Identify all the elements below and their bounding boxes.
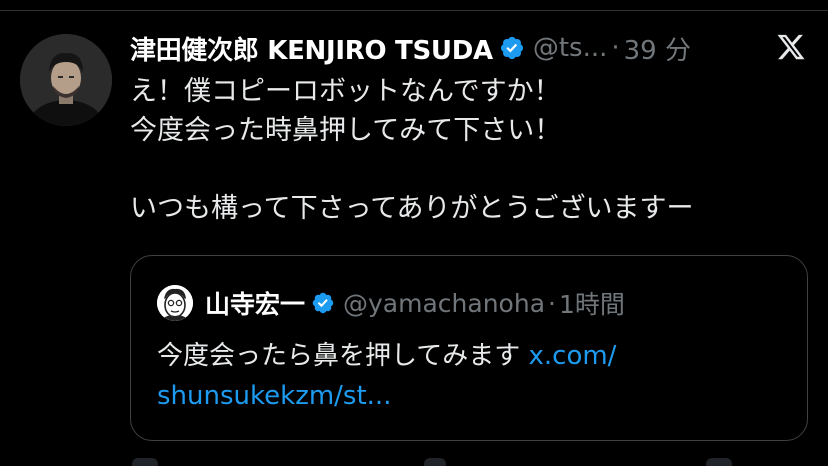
quoted-text-line: shunsukekzm/st... [157, 376, 777, 416]
tweet-header: 津田健次郎 KENJIRO TSUDA @ts... · 39 分 [130, 28, 691, 68]
verified-badge-icon [311, 291, 335, 315]
header-separator: · [611, 33, 620, 63]
x-logo-icon [776, 32, 806, 62]
tweet-text: え！僕コピーロボットなんですか！ 今度会った時鼻押してみて下さい！ いつも構って… [130, 72, 810, 228]
share-icon[interactable] [706, 458, 732, 466]
quoted-author-avatar [157, 285, 193, 321]
quoted-author-handle[interactable]: @yamachanoha [343, 289, 545, 318]
verified-badge-icon [499, 35, 525, 61]
like-icon[interactable] [424, 458, 446, 466]
quoted-text-line: 今度会ったら鼻を押してみます x.com/ [157, 336, 777, 376]
tweet-text-line: え！僕コピーロボットなんですか！ [130, 76, 561, 107]
quoted-text-body: 今度会ったら鼻を押してみます [157, 341, 529, 371]
quoted-tweet-card[interactable]: 山寺宏一 @yamachanoha · 1時間 今度会ったら鼻を押してみます x… [130, 255, 808, 441]
author-handle[interactable]: @ts... [533, 33, 608, 63]
quoted-link[interactable]: x.com/ [529, 341, 617, 371]
quoted-tweet-header: 山寺宏一 @yamachanoha · 1時間 [157, 284, 625, 322]
tweet-timestamp[interactable]: 39 分 [624, 30, 691, 67]
quoted-link-continued[interactable]: shunsukekzm/st... [157, 381, 391, 411]
author-display-name[interactable]: 津田健次郎 KENJIRO TSUDA [130, 30, 493, 67]
quoted-author-display-name[interactable]: 山寺宏一 [205, 285, 305, 321]
author-avatar[interactable] [20, 34, 112, 126]
tweet-text-line: いつも構って下さってありがとうございますー [130, 193, 694, 224]
quoted-tweet-timestamp[interactable]: 1時間 [559, 285, 625, 321]
author-avatar-image [20, 34, 112, 126]
top-divider [0, 10, 828, 11]
tweet-text-line: 今度会った時鼻押してみて下さい！ [130, 115, 562, 146]
tweet-text-line [130, 150, 810, 189]
quoted-header-separator: · [548, 288, 556, 318]
quoted-tweet-text: 今度会ったら鼻を押してみます x.com/ shunsukekzm/st... [157, 336, 777, 416]
reply-icon[interactable] [132, 458, 158, 466]
